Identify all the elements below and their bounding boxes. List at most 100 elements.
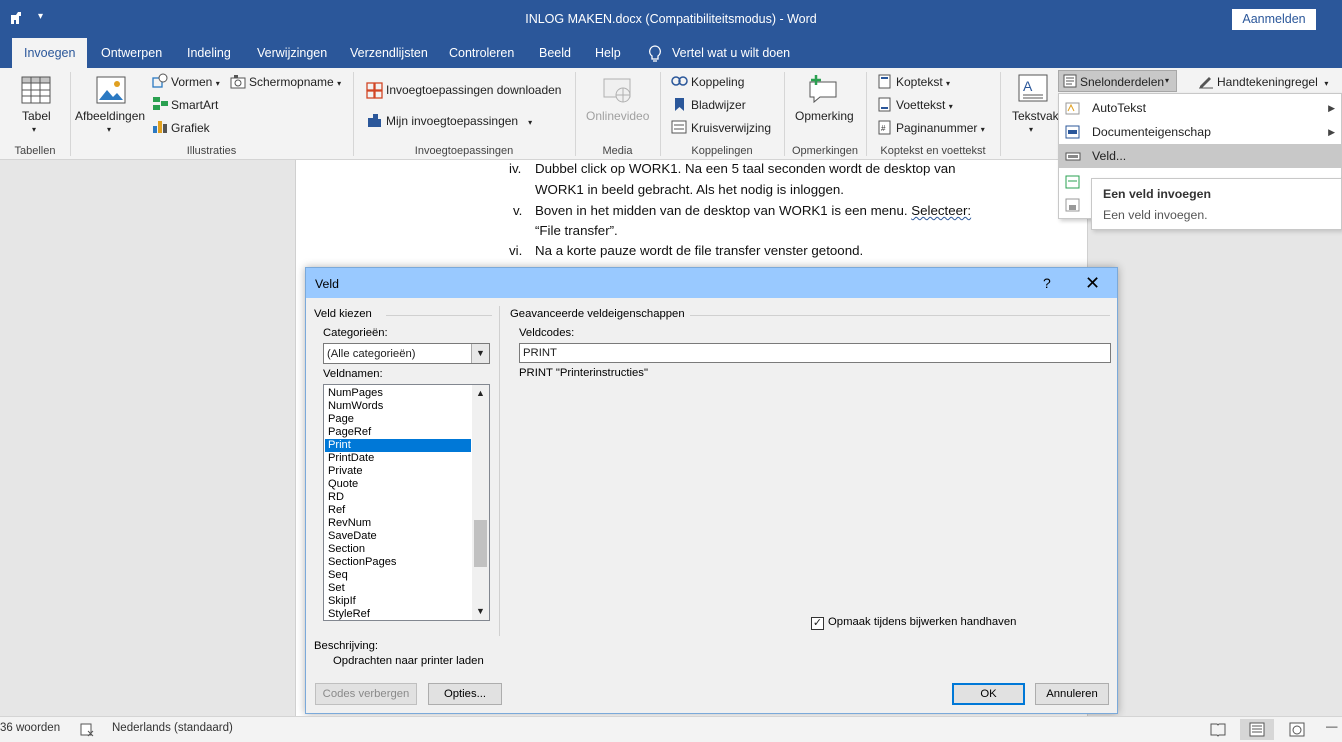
ok-button[interactable]: OK [952, 683, 1025, 705]
menu-item-autotekst[interactable]: AutoTekst ▶ [1059, 96, 1341, 120]
tab-ontwerpen[interactable]: Ontwerpen [89, 38, 174, 68]
sign-in-button[interactable]: Aanmelden [1232, 9, 1316, 30]
table-dropdown-icon[interactable]: ▾ [32, 125, 36, 134]
cancel-button[interactable]: Annuleren [1035, 683, 1109, 705]
tab-indeling[interactable]: Indeling [175, 38, 243, 68]
signature-line-button[interactable]: Handtekeningregel ▾ [1217, 75, 1328, 89]
list-item[interactable]: Seq [325, 569, 471, 582]
close-icon[interactable]: ✕ [1085, 273, 1100, 294]
smartart-button[interactable]: SmartArt [171, 98, 218, 112]
textbox-button[interactable]: Tekstvak [1012, 109, 1059, 123]
pictures-dropdown-icon[interactable]: ▾ [107, 125, 111, 134]
help-button[interactable]: ? [1043, 275, 1051, 291]
tab-verzendlijsten[interactable]: Verzendlijsten [338, 38, 440, 68]
pictures-icon[interactable] [96, 76, 126, 104]
scroll-up-icon[interactable]: ▲ [472, 385, 489, 402]
comment-button[interactable]: Opmerking [795, 109, 854, 123]
tab-controleren[interactable]: Controleren [437, 38, 526, 68]
list-item[interactable]: Ref [325, 504, 471, 517]
fieldcodes-input[interactable]: PRINT [519, 343, 1111, 363]
list-item-selected[interactable]: Print [325, 439, 471, 452]
dialog-titlebar[interactable]: Veld ? ✕ [306, 268, 1117, 298]
footer-button[interactable]: Voettekst ▾ [896, 98, 953, 112]
list-item[interactable]: NumWords [325, 400, 471, 413]
cross-reference-button[interactable]: Kruisverwijzing [691, 121, 771, 135]
group-media: Media [602, 145, 633, 157]
chevron-down-icon[interactable]: ▼ [471, 344, 489, 363]
scroll-down-icon[interactable]: ▼ [472, 603, 489, 620]
scroll-thumb[interactable] [474, 520, 487, 567]
word-count[interactable]: 36 woorden [0, 722, 60, 734]
spelling-marked-word[interactable]: Selecteer: [911, 203, 971, 218]
tab-verwijzingen[interactable]: Verwijzingen [245, 38, 339, 68]
group-tabellen: Tabellen [14, 145, 56, 157]
menu-item-veld[interactable]: Veld... [1059, 144, 1341, 168]
table-button[interactable]: Tabel [22, 109, 51, 123]
tab-help[interactable]: Help [583, 38, 633, 68]
link-button[interactable]: Koppeling [691, 75, 744, 89]
list-item[interactable]: PageRef [325, 426, 471, 439]
language-indicator[interactable]: Nederlands (standaard) [112, 722, 233, 734]
read-mode-icon[interactable] [1210, 722, 1226, 737]
separator [1000, 72, 1001, 156]
options-button[interactable]: Opties... [428, 683, 502, 705]
fieldcode-syntax: PRINT "Printerinstructies" [519, 367, 648, 379]
shapes-button[interactable]: Vormen ▾ [171, 75, 220, 89]
group-opmerkingen: Opmerkingen [791, 145, 859, 157]
title-bar: ▾ INLOG MAKEN.docx (Compatibiliteitsmodu… [0, 0, 1342, 38]
online-video-button[interactable]: Onlinevideo [586, 109, 649, 123]
list-item[interactable]: Quote [325, 478, 471, 491]
zoom-out-icon[interactable]: — [1326, 721, 1338, 733]
keep-format-checkbox[interactable]: ✓ [811, 617, 824, 630]
my-addins-button[interactable]: Mijn invoegtoepassingen ▾ [386, 114, 532, 128]
menu-item-documenteigenschap[interactable]: Documenteigenschap ▶ [1059, 120, 1341, 144]
smartart-icon [153, 97, 168, 110]
tell-me-box[interactable]: Vertel wat u wilt doen [648, 38, 790, 68]
textbox-icon[interactable]: A [1018, 74, 1048, 102]
get-addins-button[interactable]: Invoegtoepassingen downloaden [386, 83, 561, 97]
svg-text:A: A [1023, 78, 1033, 94]
chart-button[interactable]: Grafiek [171, 121, 210, 135]
lightbulb-icon [649, 45, 661, 62]
group-illustraties: Illustraties [186, 145, 237, 157]
list-item[interactable]: RevNum [325, 517, 471, 530]
group-divider [386, 315, 492, 316]
comment-icon[interactable] [808, 74, 840, 104]
pictures-button[interactable]: Afbeeldingen [75, 109, 145, 123]
list-item[interactable]: StyleRef [325, 608, 471, 620]
list-item[interactable]: Page [325, 413, 471, 426]
list-item[interactable]: PrintDate [325, 452, 471, 465]
print-layout-button[interactable] [1240, 719, 1274, 740]
separator [660, 72, 661, 156]
table-icon[interactable] [21, 76, 51, 104]
list-scrollbar[interactable]: ▲ ▼ [472, 385, 489, 620]
window-title: INLOG MAKEN.docx (Compatibiliteitsmodus)… [525, 12, 817, 26]
list-item[interactable]: SkipIf [325, 595, 471, 608]
field-icon [1065, 152, 1081, 161]
textbox-dropdown-icon[interactable]: ▾ [1029, 125, 1033, 134]
bookmark-icon [675, 98, 684, 111]
ribbon-tabs: Invoegen Ontwerpen Indeling Verwijzingen… [0, 38, 1342, 68]
quick-parts-label: Snelonderdelen [1080, 75, 1165, 89]
list-item[interactable]: RD [325, 491, 471, 504]
list-item[interactable]: SaveDate [325, 530, 471, 543]
proofing-icon[interactable] [80, 722, 95, 737]
bookmark-button[interactable]: Bladwijzer [691, 98, 746, 112]
fieldnames-list[interactable]: NumPages NumWords Page PageRef Print Pri… [323, 384, 490, 621]
list-item[interactable]: Set [325, 582, 471, 595]
tab-invoegen[interactable]: Invoegen [12, 38, 87, 68]
list-item[interactable]: NumPages [325, 387, 471, 400]
list-item[interactable]: Private [325, 465, 471, 478]
tab-beeld[interactable]: Beeld [527, 38, 583, 68]
screenshot-button[interactable]: Schermopname ▾ [249, 75, 341, 89]
quick-parts-button[interactable]: Snelonderdelen ▾ [1058, 70, 1177, 92]
my-addins-label: Mijn invoegtoepassingen [386, 114, 519, 128]
list-item[interactable]: SectionPages [325, 556, 471, 569]
web-layout-icon[interactable] [1289, 722, 1305, 737]
page-number-button[interactable]: Paginanummer ▾ [896, 121, 985, 135]
categories-dropdown[interactable]: (Alle categorieën) ▼ [323, 343, 490, 364]
hide-codes-button[interactable]: Codes verbergen [315, 683, 417, 705]
header-button[interactable]: Koptekst ▾ [896, 75, 950, 89]
menu-tooltip: Een veld invoegen Een veld invoegen. [1091, 178, 1342, 230]
list-item[interactable]: Section [325, 543, 471, 556]
